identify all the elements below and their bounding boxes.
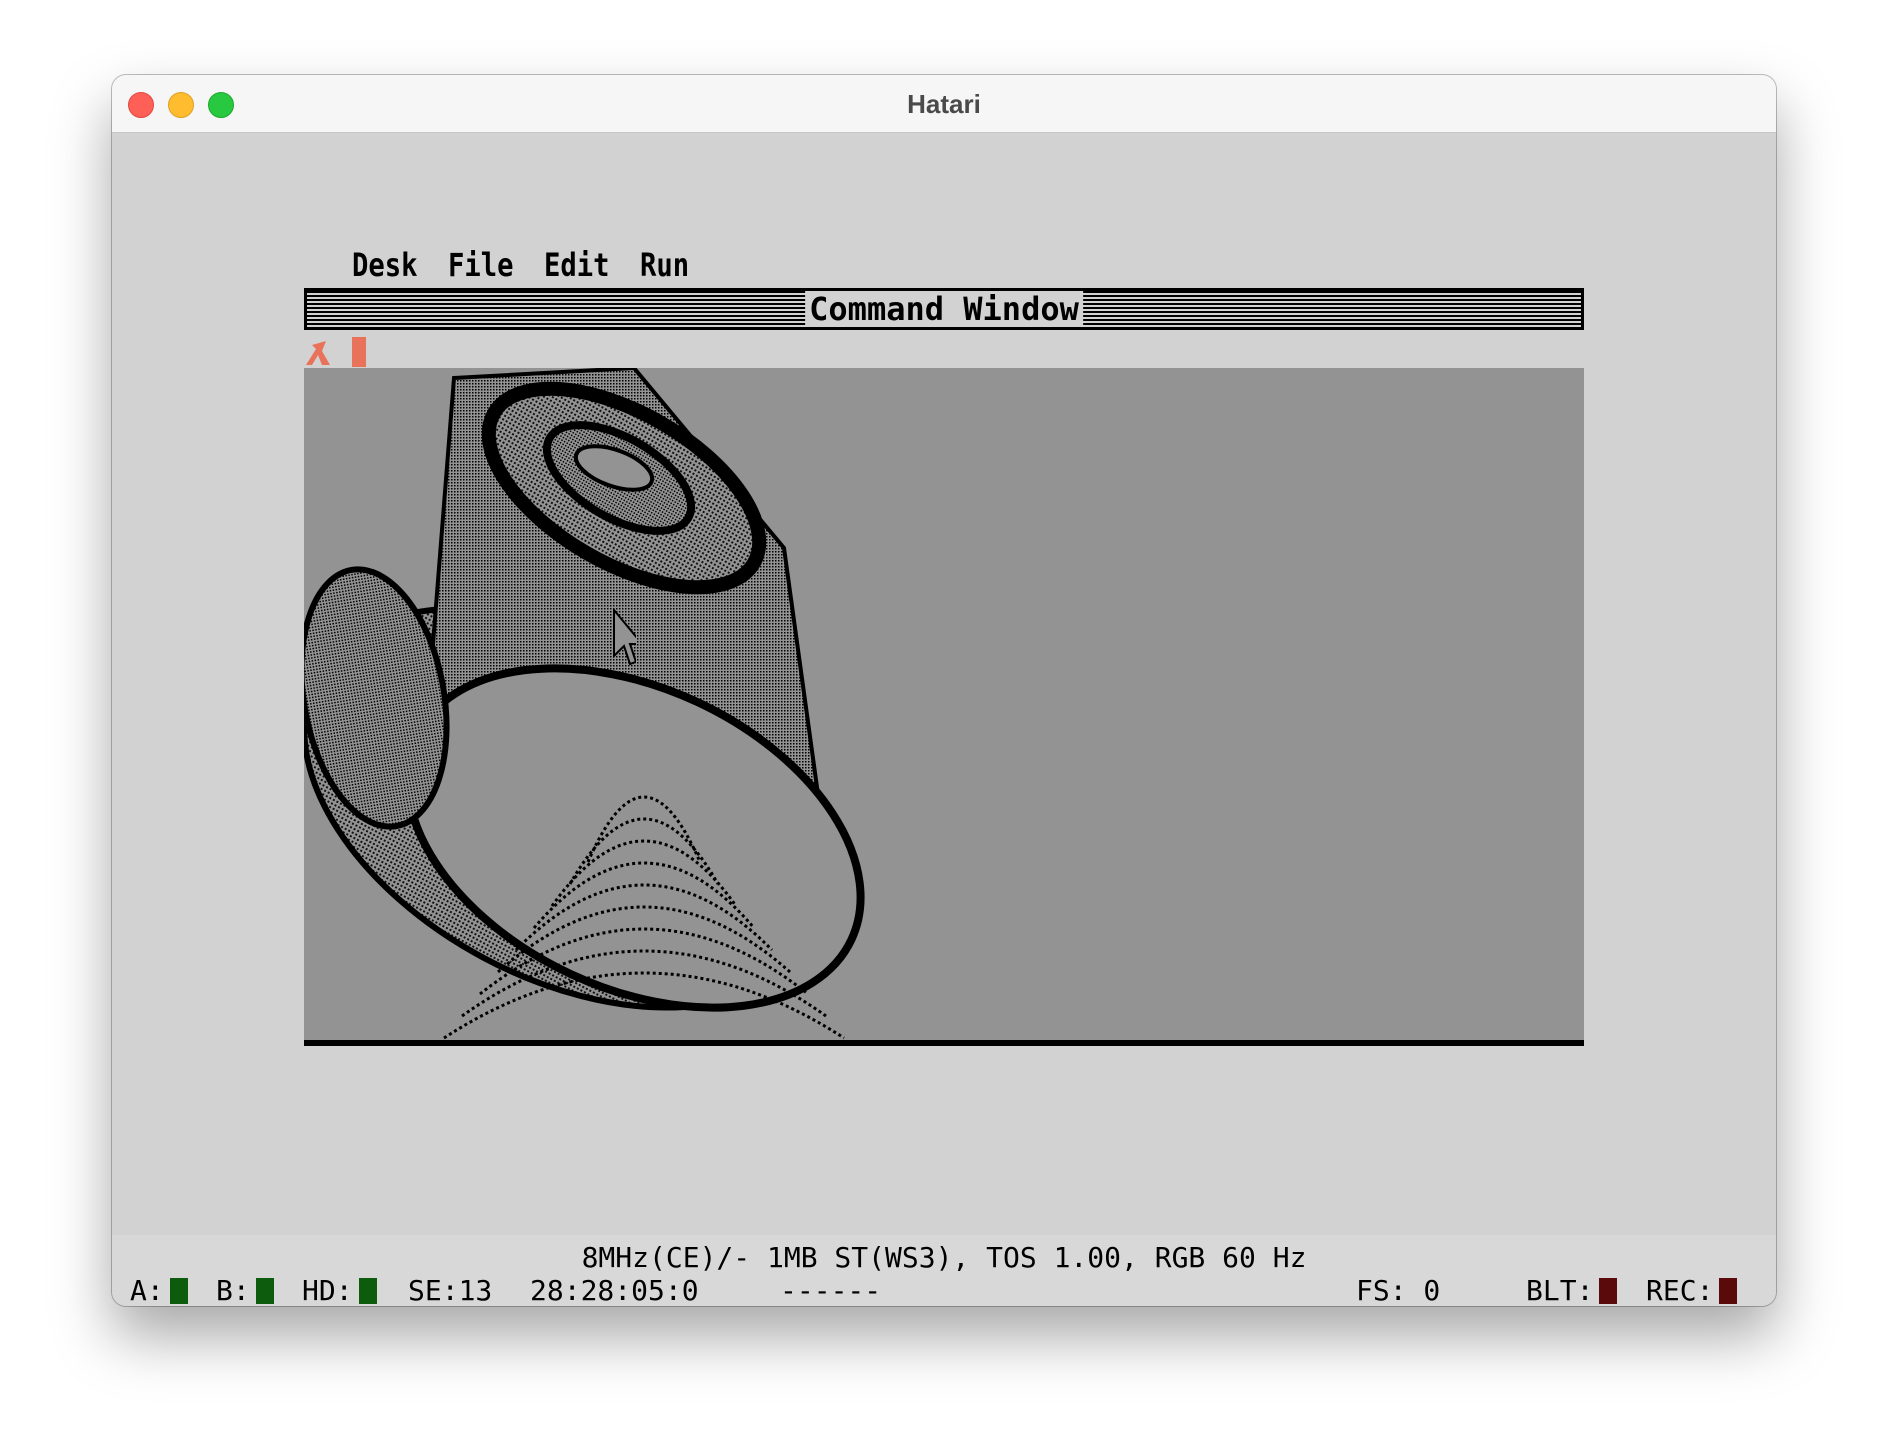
drive-a-indicator: A: bbox=[130, 1276, 188, 1306]
mouse-pointer-icon bbox=[613, 608, 636, 666]
record-led bbox=[1719, 1278, 1738, 1304]
hatari-window: Hatari Desk File Edit Run Command Window bbox=[112, 75, 1776, 1306]
se-indicator: SE:13 bbox=[408, 1274, 493, 1306]
record-indicator: REC: bbox=[1646, 1276, 1738, 1306]
blitter-led bbox=[1599, 1278, 1618, 1304]
machine-info: 8MHz(CE)/- 1MB ST(WS3), TOS 1.00, RGB 60… bbox=[581, 1241, 1307, 1274]
menu-run[interactable]: Run bbox=[640, 245, 689, 285]
graphics-canvas[interactable] bbox=[304, 368, 1584, 1046]
time-indicator: 28:28:05:0 bbox=[530, 1274, 699, 1306]
blitter-indicator: BLT: bbox=[1526, 1276, 1618, 1306]
command-window-titlebar[interactable]: Command Window bbox=[304, 288, 1584, 330]
drive-a-led bbox=[169, 1278, 188, 1304]
menu-edit[interactable]: Edit bbox=[544, 245, 610, 285]
drive-b-led bbox=[255, 1278, 274, 1304]
frame-skip-indicator: FS: 0 bbox=[1356, 1274, 1441, 1306]
wireframe-drawing bbox=[304, 368, 865, 1040]
hd-led bbox=[358, 1278, 377, 1304]
command-window-title: Command Window bbox=[805, 291, 1083, 327]
title-bar[interactable]: Hatari bbox=[112, 75, 1776, 133]
message-indicator: ------ bbox=[780, 1274, 882, 1306]
window-title: Hatari bbox=[907, 89, 981, 119]
status-indicators: A: B: HD: SE:13 28:28:05:0 ------ FS: 0 … bbox=[112, 1276, 1776, 1306]
drive-b-indicator: B: bbox=[216, 1276, 274, 1306]
hd-indicator: HD: bbox=[302, 1276, 377, 1306]
menu-desk[interactable]: Desk bbox=[352, 245, 418, 285]
gem-menubar: Desk File Edit Run bbox=[352, 245, 1632, 285]
app-icon[interactable] bbox=[304, 337, 374, 367]
menu-file[interactable]: File bbox=[448, 245, 514, 285]
status-bar: 8MHz(CE)/- 1MB ST(WS3), TOS 1.00, RGB 60… bbox=[112, 1235, 1776, 1306]
